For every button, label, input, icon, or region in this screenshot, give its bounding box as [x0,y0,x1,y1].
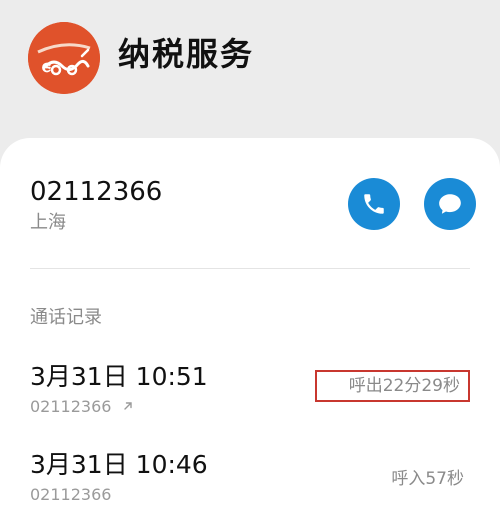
phone-icon [364,194,384,214]
call-log-entry[interactable]: 3月31日 10:46 02112366 呼入57秒 [0,448,500,518]
call-log-datetime: 3月31日 10:46 [30,450,208,479]
divider [30,268,470,269]
message-button[interactable] [424,178,476,230]
page-title: 纳税服务 [118,35,255,73]
call-log-detail: 呼出22分29秒 [314,370,470,402]
call-log-detail: 呼入57秒 [391,469,464,489]
contact-number: 02112366 [30,177,163,207]
contact-location: 上海 [30,212,66,233]
call-log-number: 02112366 [30,397,112,416]
chat-bubble-icon [439,194,461,214]
tax-service-logo: ⲉ [28,22,100,94]
call-log-number-line: 02112366 [30,484,111,506]
call-log-datetime: 3月31日 10:51 [30,362,208,391]
call-log-entry[interactable]: 3月31日 10:51 02112366 呼出22分29秒 [0,360,500,430]
contact-card: 02112366 上海 通话记录 3月31日 10:51 02112366 呼出… [0,138,500,518]
call-log-number: 02112366 [30,485,112,504]
outgoing-arrow-icon [123,402,132,410]
call-log-number-line: 02112366 [30,396,133,418]
header: ⲉ 纳税服务 [0,0,500,140]
call-log-title: 通话记录 [30,307,102,328]
call-button[interactable] [348,178,400,230]
